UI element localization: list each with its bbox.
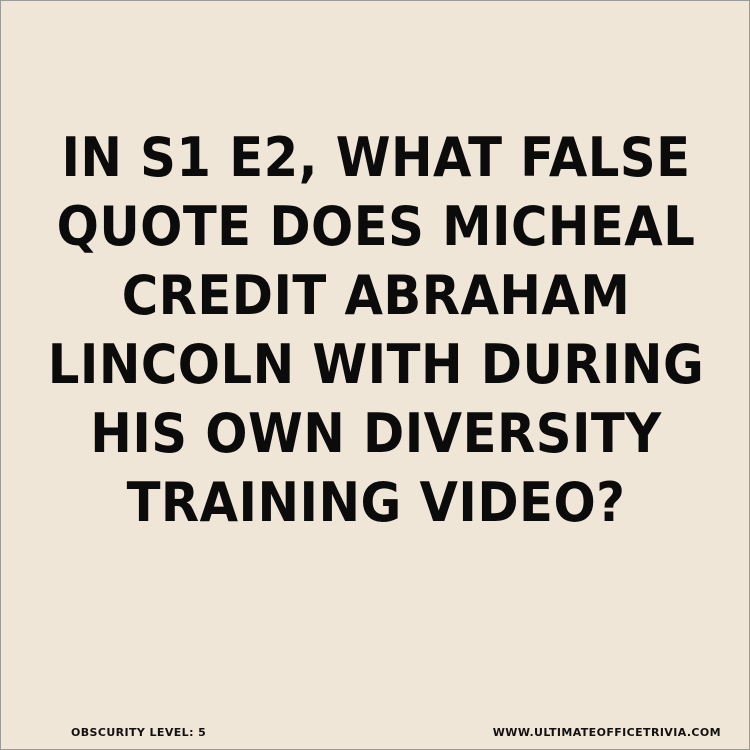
question-line-4: LINCOLN WITH DURING xyxy=(47,333,705,396)
question-line-5: HIS OWN DIVERSITY xyxy=(90,402,662,465)
website-url: WWW.ULTIMATEOFFICETRIVIA.COM xyxy=(492,726,721,739)
trivia-question: IN S1 E2, WHAT FALSE QUOTE DOES MICHEAL … xyxy=(1,123,750,537)
question-line-2: QUOTE DOES MICHEAL xyxy=(56,195,696,258)
obscurity-level: OBSCURITY LEVEL: 5 xyxy=(71,726,207,739)
trivia-card: IN S1 E2, WHAT FALSE QUOTE DOES MICHEAL … xyxy=(0,0,750,750)
question-line-6: TRAINING VIDEO? xyxy=(126,471,626,534)
question-line-3: CREDIT ABRAHAM xyxy=(121,264,631,327)
question-line-1: IN S1 E2, WHAT FALSE xyxy=(61,126,691,189)
